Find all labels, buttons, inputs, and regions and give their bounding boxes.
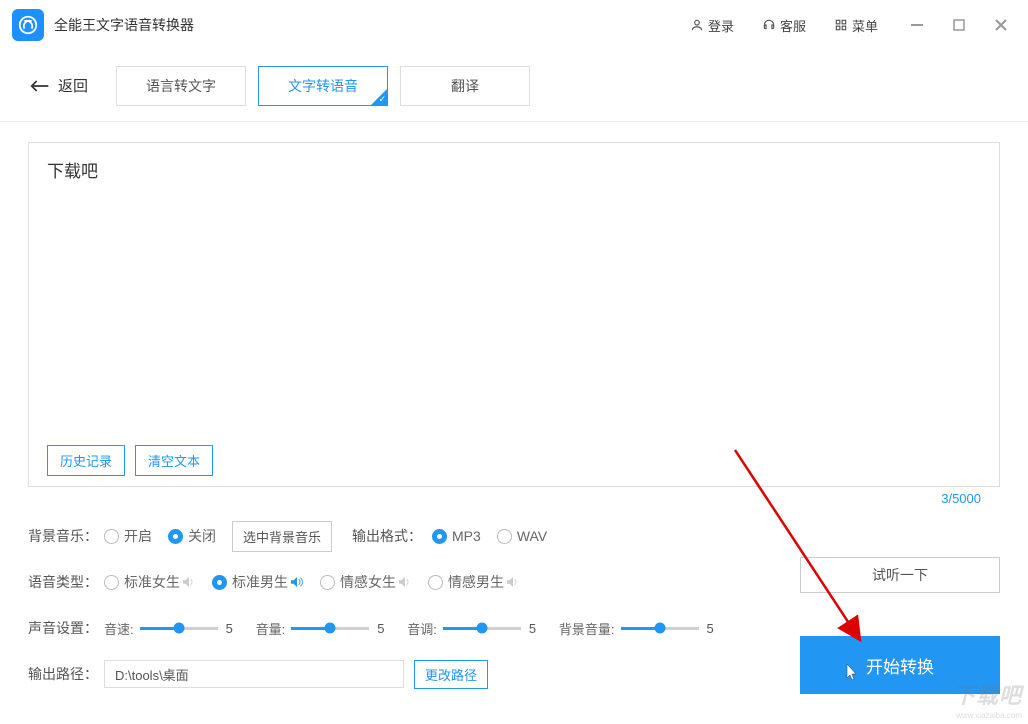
minimize-button[interactable] <box>910 18 924 32</box>
radio-voice-std-female[interactable]: 标准女生 <box>104 572 196 592</box>
app-title: 全能王文字语音转换器 <box>54 15 194 35</box>
radio-mp3[interactable]: MP3 <box>432 528 481 544</box>
speaker-icon <box>506 576 520 588</box>
watermark: 下载吧 <box>953 678 1022 710</box>
sound-label: 声音设置： <box>28 618 104 638</box>
cursor-icon <box>842 662 860 684</box>
app-logo-icon <box>12 9 44 41</box>
output-label: 输出路径： <box>28 664 104 684</box>
back-arrow-icon <box>30 79 50 93</box>
maximize-button[interactable] <box>952 18 966 32</box>
close-button[interactable] <box>994 18 1008 32</box>
preview-button[interactable]: 试听一下 <box>800 557 1000 593</box>
tab-speech-to-text[interactable]: 语言转文字 <box>116 66 246 106</box>
titlebar: 全能王文字语音转换器 登录 客服 菜单 <box>0 0 1028 50</box>
text-input[interactable] <box>29 143 999 433</box>
row-bgm-format: 背景音乐： 开启 关闭 选中背景音乐 输出格式： MP3 WAV <box>28 513 1000 559</box>
speaker-icon <box>182 576 196 588</box>
content: 历史记录 清空文本 3/5000 <box>0 122 1028 495</box>
login-label: 登录 <box>708 16 734 35</box>
menu-button[interactable]: 菜单 <box>820 12 892 39</box>
login-button[interactable]: 登录 <box>676 12 748 39</box>
support-label: 客服 <box>780 16 806 35</box>
tab-text-to-speech[interactable]: 文字转语音 ✓ <box>258 66 388 106</box>
speaker-icon <box>398 576 412 588</box>
watermark-sub: www.xiazaiba.com <box>956 711 1022 720</box>
radio-voice-emo-female[interactable]: 情感女生 <box>320 572 412 592</box>
slider-speed[interactable]: 音速: 5 <box>104 619 238 638</box>
char-count: 3/5000 <box>941 491 981 506</box>
tab-translate[interactable]: 翻译 <box>400 66 530 106</box>
select-bgm-button[interactable]: 选中背景音乐 <box>232 521 332 552</box>
output-path-input[interactable] <box>104 660 404 688</box>
slider-pitch[interactable]: 音调: 5 <box>407 619 541 638</box>
headset-icon <box>762 18 776 32</box>
speaker-icon <box>290 576 304 588</box>
voice-label: 语音类型： <box>28 572 104 592</box>
radio-bgm-off[interactable]: 关闭 <box>168 526 216 546</box>
radio-bgm-on[interactable]: 开启 <box>104 526 152 546</box>
support-button[interactable]: 客服 <box>748 12 820 39</box>
tab-check-icon: ✓ <box>378 94 386 105</box>
history-button[interactable]: 历史记录 <box>47 445 125 476</box>
format-label: 输出格式： <box>352 526 422 546</box>
bgm-label: 背景音乐： <box>28 526 104 546</box>
textarea-container: 历史记录 清空文本 3/5000 <box>28 142 1000 487</box>
clear-button[interactable]: 清空文本 <box>135 445 213 476</box>
change-path-button[interactable]: 更改路径 <box>414 660 488 689</box>
radio-voice-emo-male[interactable]: 情感男生 <box>428 572 520 592</box>
radio-voice-std-male[interactable]: 标准男生 <box>212 572 304 592</box>
user-icon <box>690 18 704 32</box>
grid-icon <box>834 18 848 32</box>
slider-bgm-volume[interactable]: 背景音量: 5 <box>559 619 719 638</box>
slider-volume[interactable]: 音量: 5 <box>256 619 390 638</box>
radio-wav[interactable]: WAV <box>497 528 547 544</box>
back-button[interactable]: 返回 <box>30 75 88 96</box>
back-label: 返回 <box>58 75 88 96</box>
toolbar: 返回 语言转文字 文字转语音 ✓ 翻译 <box>0 50 1028 122</box>
menu-label: 菜单 <box>852 16 878 35</box>
